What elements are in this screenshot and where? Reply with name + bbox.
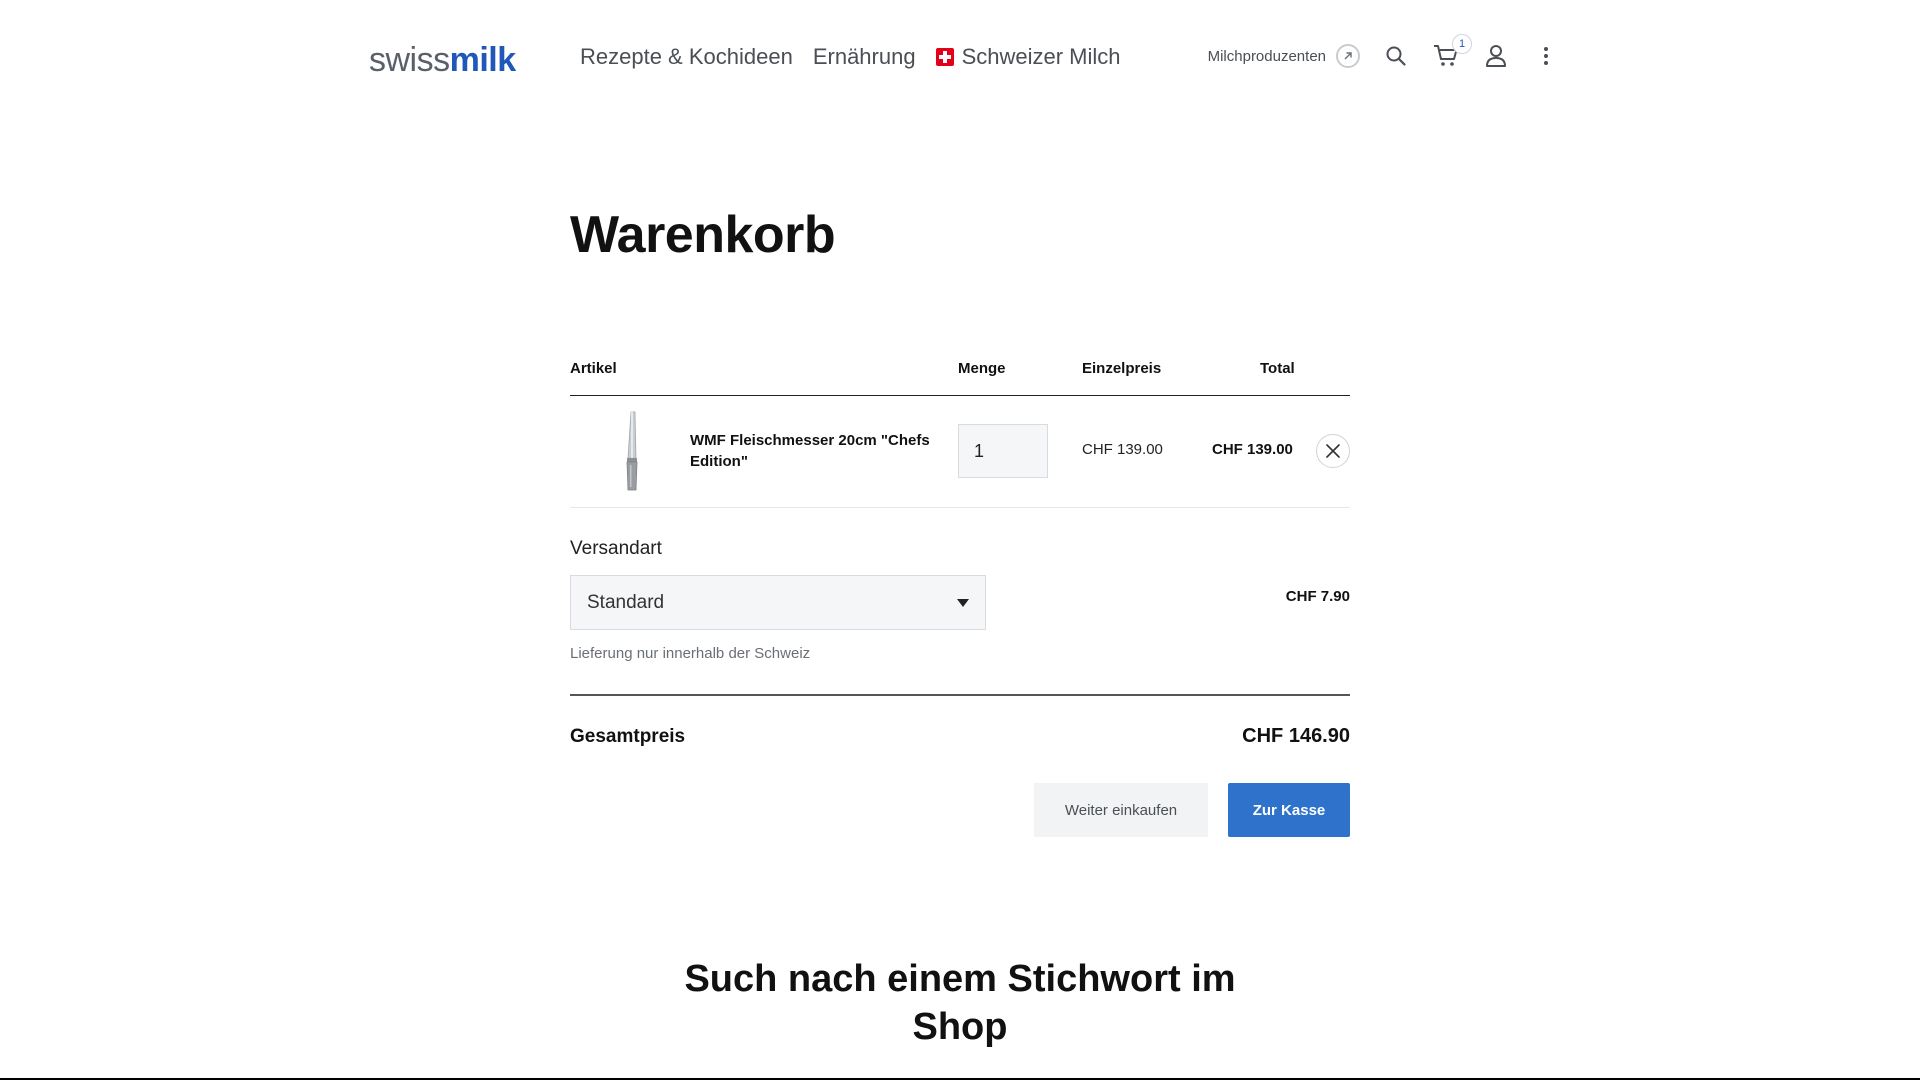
product-image[interactable]	[610, 410, 654, 492]
logo-milk-text: milk	[449, 41, 517, 79]
caret-down-icon	[957, 599, 969, 607]
nav-item-label: Schweizer Milch	[961, 44, 1121, 69]
total-label: Gesamtpreis	[570, 726, 686, 747]
nav-item-label: Rezepte & Kochideen	[580, 44, 793, 69]
quantity-input[interactable]	[958, 424, 1048, 478]
summary-divider	[570, 694, 1350, 696]
unit-price: CHF 139.00	[1082, 441, 1163, 458]
cart-row: WMF Fleischmesser 20cm "Chefs Edition" C…	[570, 396, 1350, 508]
nav-item-schweizer-milch[interactable]: Schweizer Milch	[935, 44, 1121, 70]
swiss-flag-icon	[935, 48, 954, 66]
nav-item-ernaehrung[interactable]: Ernährung	[813, 44, 916, 70]
continue-shopping-button[interactable]: Weiter einkaufen	[1034, 783, 1208, 837]
milchproduzenten-link[interactable]: Milchproduzenten	[1208, 44, 1360, 68]
swissmilk-logo[interactable]: swissmilk	[369, 40, 516, 80]
cart-table-header: Artikel Menge Einzelpreis Total	[570, 358, 1350, 396]
header-toolbar: Milchproduzenten 1	[1208, 34, 1560, 70]
shipping-note: Lieferung nur innerhalb der Schweiz	[570, 645, 811, 662]
cart-count-badge: 1	[1452, 34, 1472, 54]
page-title: Warenkorb	[570, 206, 836, 264]
milchproduzenten-label: Milchproduzenten	[1207, 47, 1326, 65]
remove-item-button[interactable]	[1316, 434, 1350, 468]
column-header-total: Total	[1260, 360, 1295, 377]
search-button[interactable]	[1382, 42, 1410, 70]
shipping-price: CHF 7.90	[1285, 588, 1350, 605]
product-name[interactable]: WMF Fleischmesser 20cm "Chefs Edition"	[690, 430, 940, 472]
shipping-selected-value: Standard	[587, 591, 665, 613]
search-icon	[1386, 46, 1406, 66]
cart-button[interactable]: 1	[1432, 34, 1472, 70]
checkout-button[interactable]: Zur Kasse	[1228, 783, 1350, 837]
nav-item-rezepte[interactable]: Rezepte & Kochideen	[580, 44, 793, 70]
nav-item-label: Ernährung	[812, 44, 916, 69]
site-header: swissmilk Rezepte & Kochideen Ernährung …	[0, 0, 1920, 118]
total-value: CHF 146.90	[1242, 725, 1350, 747]
close-icon	[1326, 444, 1340, 458]
external-link-icon	[1336, 44, 1360, 68]
more-vertical-icon	[1544, 47, 1548, 65]
shop-search-heading: Such nach einem Stichwort im Shop	[684, 958, 1236, 1048]
main-nav: Rezepte & Kochideen Ernährung Schweizer …	[580, 44, 1121, 70]
user-icon	[1486, 45, 1506, 67]
shipping-label: Versandart	[570, 538, 662, 559]
shipping-method-select[interactable]: Standard	[570, 575, 986, 630]
column-header-artikel: Artikel	[570, 360, 617, 377]
more-menu-button[interactable]	[1532, 42, 1560, 70]
column-header-menge: Menge	[958, 360, 1006, 377]
line-total: CHF 139.00	[1212, 441, 1293, 458]
account-button[interactable]	[1482, 42, 1510, 70]
column-header-einzelpreis: Einzelpreis	[1082, 360, 1162, 377]
logo-swiss-text: swiss	[369, 41, 450, 79]
